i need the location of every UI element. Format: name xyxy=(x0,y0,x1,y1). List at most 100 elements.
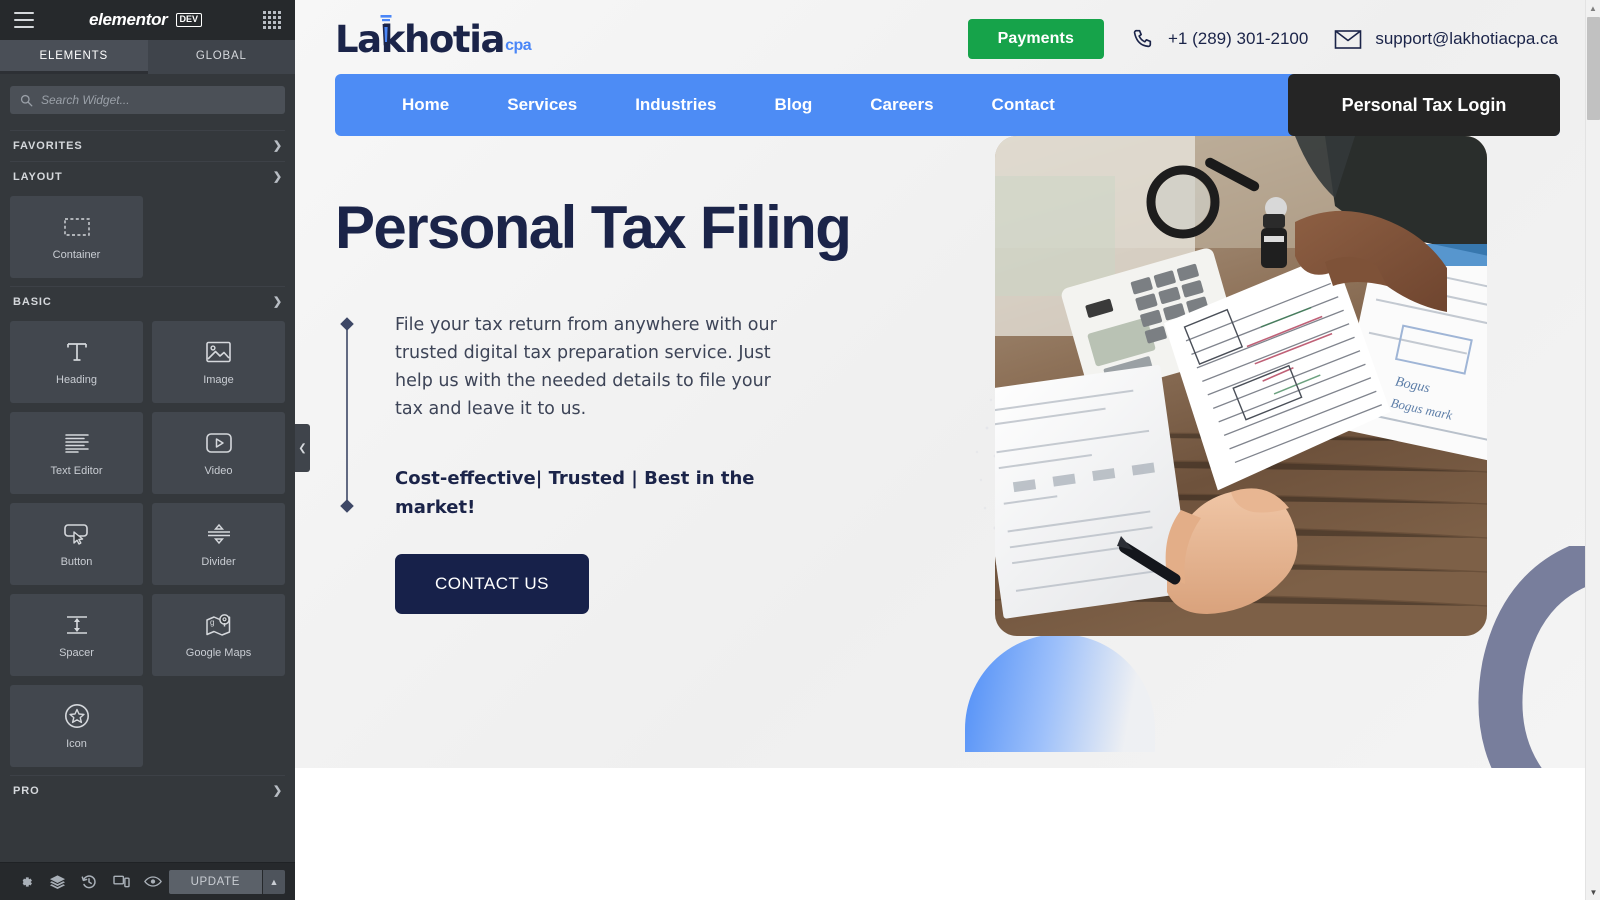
header-right-group: Payments +1 (289) 301-2100 support@lakho… xyxy=(967,19,1558,59)
chevron-down-icon: ❯ xyxy=(272,170,283,183)
history-clock-icon[interactable] xyxy=(73,863,105,900)
section-pro[interactable]: PRO ❯ xyxy=(10,775,285,806)
tab-global[interactable]: GLOBAL xyxy=(148,40,296,74)
widget-button[interactable]: Button xyxy=(10,503,143,585)
widget-divider-label: Divider xyxy=(201,555,236,568)
payments-button[interactable]: Payments xyxy=(967,19,1104,59)
email-contact[interactable]: support@lakhotiacpa.ca xyxy=(1334,28,1558,51)
widget-google-maps-label: Google Maps xyxy=(185,646,252,659)
contact-us-button[interactable]: CONTACT US xyxy=(395,554,589,615)
hero-left-column: Personal Tax Filing File your tax return… xyxy=(295,195,1015,615)
search-icon xyxy=(20,94,33,106)
search-widget-box[interactable]: Search Widget... xyxy=(10,86,285,114)
widget-heading[interactable]: Heading xyxy=(10,321,143,403)
section-favorites[interactable]: FAVORITES ❯ xyxy=(10,130,285,161)
widget-divider[interactable]: Divider xyxy=(152,503,285,585)
phone-icon xyxy=(1133,29,1152,47)
nav-item-home[interactable]: Home xyxy=(373,95,478,115)
widget-image-label: Image xyxy=(203,373,234,386)
chevron-left-icon: ❮ xyxy=(298,442,307,454)
caret-up-icon[interactable]: ▲ xyxy=(263,869,285,894)
svg-text:g: g xyxy=(210,618,214,627)
hero-right-column: Bogus Bogus mark xyxy=(965,136,1600,768)
gear-icon[interactable] xyxy=(10,863,42,900)
divider-icon xyxy=(206,521,232,547)
email-address: support@lakhotiacpa.ca xyxy=(1375,29,1558,48)
panel-body: Search Widget... FAVORITES ❯ LAYOUT ❯ Co… xyxy=(0,74,295,862)
image-icon xyxy=(206,339,231,365)
nav-item-services[interactable]: Services xyxy=(478,95,606,115)
chevron-right-icon: ❯ xyxy=(272,139,283,152)
elementor-widgets-panel: elementor DEV ELEMENTS GLOBAL Search Wid… xyxy=(0,0,295,900)
caret-up-icon[interactable]: ▲ xyxy=(1586,0,1600,16)
nav-item-blog[interactable]: Blog xyxy=(745,95,841,115)
section-layout-label: LAYOUT xyxy=(13,171,63,183)
basic-widget-grid: Heading Image Text Editor Video Button D… xyxy=(10,321,285,767)
personal-tax-login-button[interactable]: Personal Tax Login xyxy=(1288,74,1560,136)
layers-icon[interactable] xyxy=(42,863,74,900)
widget-video-label: Video xyxy=(204,464,233,477)
hero-text-block: File your tax return from anywhere with … xyxy=(335,311,1015,615)
phone-contact[interactable]: +1 (289) 301-2100 xyxy=(1130,27,1308,52)
video-play-icon xyxy=(205,430,232,456)
dev-badge: DEV xyxy=(175,13,203,27)
elementor-brand-label: elementor xyxy=(88,10,168,29)
panel-collapse-handle[interactable]: ❮ xyxy=(295,424,310,472)
nav-item-contact[interactable]: Contact xyxy=(963,95,1084,115)
nav-links: Home Services Industries Blog Careers Co… xyxy=(335,95,1084,115)
widget-image[interactable]: Image xyxy=(152,321,285,403)
next-section-placeholder xyxy=(295,768,1600,900)
phone-number: +1 (289) 301-2100 xyxy=(1167,29,1309,48)
tab-elements[interactable]: ELEMENTS xyxy=(0,40,148,74)
layout-widget-grid: Container xyxy=(10,196,285,278)
panel-header: elementor DEV xyxy=(0,0,295,40)
logo-suffix: cpa xyxy=(505,36,532,54)
widget-text-editor[interactable]: Text Editor xyxy=(10,412,143,494)
section-favorites-label: FAVORITES xyxy=(13,140,83,152)
update-button[interactable]: UPDATE xyxy=(168,869,262,894)
spacer-icon xyxy=(64,612,90,638)
hamburger-icon[interactable] xyxy=(14,12,34,28)
elementor-editor-screen: elementor DEV ELEMENTS GLOBAL Search Wid… xyxy=(0,0,1600,900)
widget-icon[interactable]: Icon xyxy=(10,685,143,767)
text-editor-icon xyxy=(64,430,90,456)
caret-down-icon[interactable]: ▼ xyxy=(1586,884,1600,900)
responsive-mode-icon[interactable] xyxy=(105,863,137,900)
star-circle-icon xyxy=(64,703,90,729)
nav-item-careers[interactable]: Careers xyxy=(841,95,962,115)
vertical-divider-decoration xyxy=(340,317,354,513)
widget-spacer[interactable]: Spacer xyxy=(10,594,143,676)
main-navigation: Home Services Industries Blog Careers Co… xyxy=(335,74,1560,136)
hero-paragraph: File your tax return from anywhere with … xyxy=(395,314,777,419)
widget-spacer-label: Spacer xyxy=(59,646,94,659)
widget-icon-label: Icon xyxy=(66,737,87,750)
widget-container[interactable]: Container xyxy=(10,196,143,278)
grid-apps-icon[interactable] xyxy=(262,11,281,29)
site-header: Lakhotia cpa Payments +1 (289) 301-2100 … xyxy=(295,0,1600,66)
search-input[interactable]: Search Widget... xyxy=(41,93,130,107)
section-basic[interactable]: BASIC ❯ xyxy=(10,286,285,317)
section-layout[interactable]: LAYOUT ❯ xyxy=(10,161,285,192)
hero-section: Lakhotia cpa Payments +1 (289) 301-2100 … xyxy=(295,0,1600,768)
panel-tabs: ELEMENTS GLOBAL xyxy=(0,40,295,74)
heading-t-icon xyxy=(64,339,90,365)
page-scrollbar[interactable]: ▲ ▼ xyxy=(1585,0,1600,900)
google-maps-icon: g xyxy=(205,612,232,638)
hero-body: Personal Tax Filing File your tax return… xyxy=(295,136,1600,768)
navy-arc-decoration xyxy=(1478,546,1600,768)
section-basic-label: BASIC xyxy=(13,296,52,308)
widget-container-label: Container xyxy=(52,248,101,261)
nav-item-industries[interactable]: Industries xyxy=(606,95,745,115)
widget-text-editor-label: Text Editor xyxy=(50,464,103,477)
widget-google-maps[interactable]: g Google Maps xyxy=(152,594,285,676)
scrollbar-thumb[interactable] xyxy=(1587,17,1600,120)
widget-video[interactable]: Video xyxy=(152,412,285,494)
envelope-icon xyxy=(1335,29,1362,49)
site-logo[interactable]: Lakhotia cpa xyxy=(335,14,532,61)
chevron-down-icon: ❯ xyxy=(272,295,283,308)
eye-icon[interactable] xyxy=(137,863,169,900)
button-cursor-icon xyxy=(63,521,91,547)
container-icon xyxy=(63,214,90,240)
logo-name: Lakhotia xyxy=(335,17,505,61)
hero-tagline: Cost-effective| Trusted | Best in the ma… xyxy=(395,467,755,518)
